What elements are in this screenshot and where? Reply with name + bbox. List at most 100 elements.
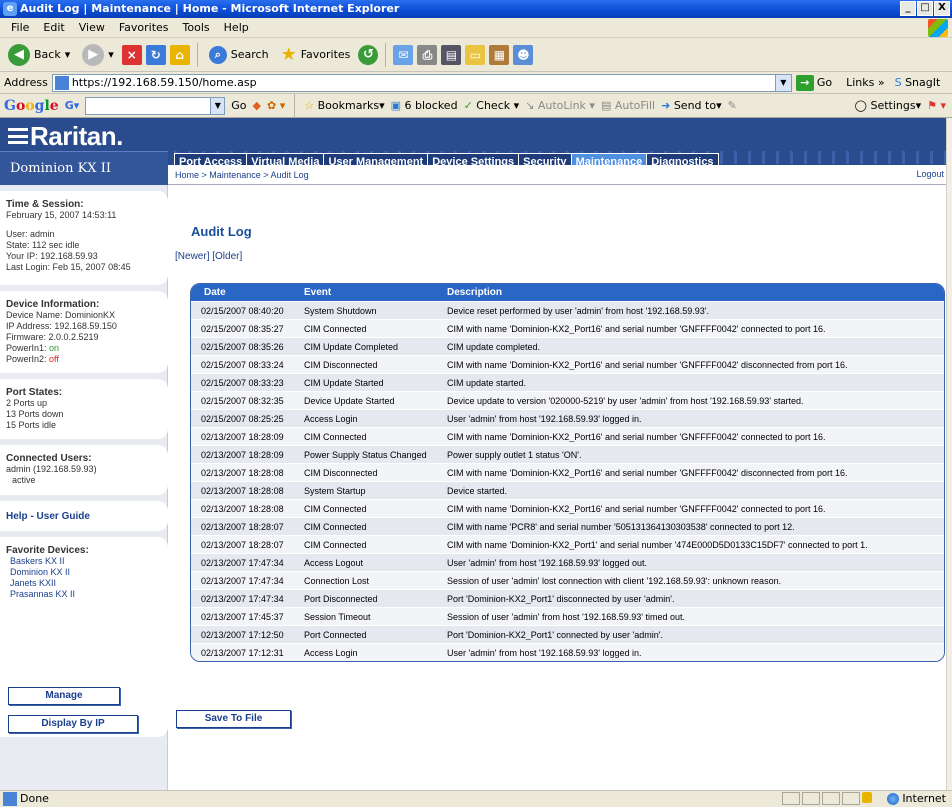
settings-button[interactable]: ◯ Settings▾ xyxy=(855,99,921,112)
cell-date: 02/13/2007 17:47:34 xyxy=(201,593,284,604)
older-link[interactable]: Older xyxy=(215,251,239,262)
refresh-icon[interactable]: ↻ xyxy=(145,44,166,65)
research-icon[interactable]: ▦ xyxy=(489,44,510,65)
logout-link[interactable]: Logout xyxy=(916,169,944,179)
menu-tools[interactable]: Tools xyxy=(176,21,217,34)
status-pane xyxy=(782,792,800,805)
menu-favorites[interactable]: Favorites xyxy=(112,21,176,34)
cell-event: Access Login xyxy=(304,413,358,424)
cell-event: Port Disconnected xyxy=(304,593,378,604)
stop-icon[interactable]: × xyxy=(121,44,142,65)
favorite-device-link[interactable]: Janets KXII xyxy=(6,578,162,589)
autolink-button[interactable]: ↘ AutoLink ▾ xyxy=(525,99,595,112)
connected-users-title: Connected Users: xyxy=(6,453,92,464)
table-row: 02/15/2007 08:35:26 CIM Update Completed C… xyxy=(191,337,944,355)
menu-view[interactable]: View xyxy=(72,21,112,34)
favorites-button[interactable]: ★ Favorites xyxy=(277,42,355,67)
search-button[interactable]: ⌕ Search xyxy=(205,44,273,66)
google-menu-icon[interactable]: G▾ xyxy=(65,99,80,112)
go-button[interactable]: → Go xyxy=(795,74,832,91)
close-button[interactable]: X xyxy=(934,1,950,16)
edit-icon[interactable]: ▤ xyxy=(441,44,462,65)
maximize-button[interactable]: □ xyxy=(917,1,933,16)
menu-edit[interactable]: Edit xyxy=(36,21,71,34)
logo-text: Raritan. xyxy=(30,121,123,151)
messenger-icon[interactable]: ☻ xyxy=(513,44,534,65)
back-button[interactable]: ◀ Back ▾ xyxy=(4,42,74,68)
links-button[interactable]: Links » xyxy=(846,76,885,89)
send-icon: ➜ xyxy=(661,99,671,112)
cell-date: 02/13/2007 18:28:08 xyxy=(201,467,284,478)
google-search-input[interactable]: ▼ xyxy=(85,96,226,115)
session-ip: Your IP: 192.168.59.93 xyxy=(6,251,98,261)
favorite-devices-title: Favorite Devices: xyxy=(6,545,89,556)
cell-event: CIM Connected xyxy=(304,521,367,532)
toolbar-separator xyxy=(196,42,198,67)
chevron-down-icon: ▾ xyxy=(64,48,71,61)
bookmarks-button[interactable]: ☆ Bookmarks▾ xyxy=(304,99,384,112)
status-panes xyxy=(782,792,872,805)
minimize-button[interactable]: _ xyxy=(900,1,916,16)
status-bar: Done Internet xyxy=(0,790,952,806)
folder-icon[interactable]: ▭ xyxy=(465,44,486,65)
popup-blocker-button[interactable]: ▣ 6 blocked xyxy=(391,99,458,112)
pagerank-icon[interactable]: ◆ xyxy=(253,99,261,112)
history-icon[interactable]: ↺ xyxy=(358,44,379,65)
spellcheck-button[interactable]: ✓ Check ▾ xyxy=(464,99,520,112)
manage-button[interactable]: Manage xyxy=(8,687,120,705)
save-to-file-button[interactable]: Save To File xyxy=(176,710,291,728)
toolbar-separator xyxy=(294,93,296,118)
status-pane xyxy=(822,792,840,805)
session-panel: Time & Session: February 15, 2007 14:53:… xyxy=(0,191,168,285)
sendto-button[interactable]: ➜ Send to▾ xyxy=(661,99,721,112)
page-content: Raritan. Dominion KX II Port Access Virt… xyxy=(0,118,946,790)
menu-file[interactable]: File xyxy=(4,21,36,34)
snagit-button[interactable]: S SnagIt xyxy=(895,76,941,89)
google-toolbar: Google G▾ ▼ Go ◆ ✿ ▾ ☆ Bookmarks▾ ▣ 6 bl… xyxy=(0,93,952,118)
favorite-device-link[interactable]: Prasannas KX II xyxy=(6,589,162,600)
print-icon[interactable]: ⎙ xyxy=(417,44,438,65)
cell-event: CIM Connected xyxy=(304,323,367,334)
go-arrow-icon: → xyxy=(795,74,814,91)
table-row: 02/13/2007 17:45:37 Session Timeout Sessio… xyxy=(191,607,944,625)
home-icon[interactable]: ⌂ xyxy=(169,44,190,65)
address-input[interactable]: https://192.168.59.150/home.asp ▼ xyxy=(51,73,792,92)
favorite-device-link[interactable]: Dominion KX II xyxy=(6,567,162,578)
chevron-down-icon[interactable]: ▼ xyxy=(210,97,225,114)
help-user-guide-link[interactable]: Help - User Guide xyxy=(6,511,162,522)
newer-link[interactable]: Newer xyxy=(178,251,207,262)
sidebar: Time & Session: February 15, 2007 14:53:… xyxy=(0,185,168,790)
google-go-button[interactable]: Go xyxy=(231,99,246,112)
raritan-logo: Raritan. xyxy=(0,118,168,151)
page-icon xyxy=(54,75,69,90)
autofill-button[interactable]: ▤ AutoFill xyxy=(601,99,655,112)
cell-description: Port 'Dominion-KX2_Port1' disconnected b… xyxy=(447,593,675,604)
cell-description: CIM with name 'Dominion-KX2_Port16' and … xyxy=(447,323,826,334)
google-logo[interactable]: Google xyxy=(4,98,59,114)
favorite-devices-panel: Favorite Devices: Baskers KX II Dominion… xyxy=(0,537,168,737)
back-arrow-icon: ◀ xyxy=(8,43,30,66)
audit-log-table: Date Event Description 02/15/2007 08:40:… xyxy=(190,283,945,662)
table-row: 02/13/2007 18:28:09 CIM Connected CIM with… xyxy=(191,427,944,445)
highlight-icon[interactable]: ✎ xyxy=(728,99,737,112)
news-icon[interactable]: ✿ ▾ xyxy=(267,99,285,112)
table-row: 02/15/2007 08:33:23 CIM Update Started CIM… xyxy=(191,373,944,391)
translate-icon[interactable]: ⚑ ▾ xyxy=(927,99,946,112)
forward-button[interactable]: ▶ ▾ xyxy=(78,42,118,68)
connected-user-status: active xyxy=(12,475,36,485)
breadcrumb-text[interactable]: Home > Maintenance > Audit Log xyxy=(175,170,309,180)
windows-logo-icon xyxy=(928,19,948,37)
bookmarks-label: Bookmarks▾ xyxy=(317,99,385,112)
menu-help[interactable]: Help xyxy=(217,21,256,34)
display-by-ip-button[interactable]: Display By IP xyxy=(8,715,138,733)
chevron-down-icon[interactable]: ▼ xyxy=(774,74,791,91)
autofill-icon: ▤ xyxy=(600,99,612,112)
session-title: Time & Session: xyxy=(6,199,84,210)
forward-arrow-icon: ▶ xyxy=(82,43,105,66)
table-row: 02/13/2007 17:47:34 Port Disconnected Port… xyxy=(191,589,944,607)
power-in-1-status: on xyxy=(49,343,60,353)
favorite-device-link[interactable]: Baskers KX II xyxy=(6,556,162,567)
session-state: State: 112 sec idle xyxy=(6,240,80,250)
mail-icon[interactable]: ✉ xyxy=(393,44,414,65)
vertical-scrollbar[interactable] xyxy=(946,118,952,790)
